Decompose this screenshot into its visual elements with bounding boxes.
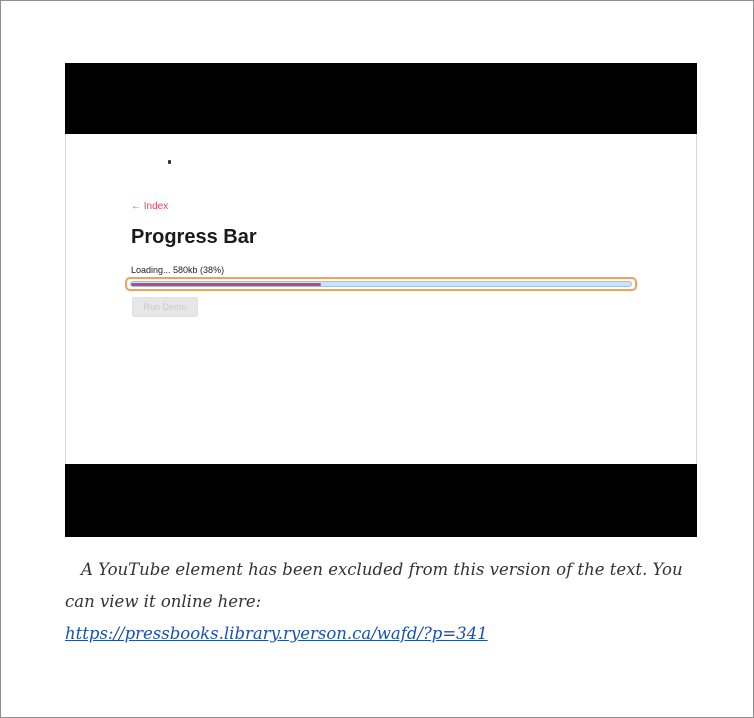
video-screen-content: ← Index Progress Bar Loading... 580kb (3… xyxy=(65,134,697,464)
video-thumbnail[interactable]: ← Index Progress Bar Loading... 580kb (3… xyxy=(65,63,697,537)
page-frame: ← Index Progress Bar Loading... 580kb (3… xyxy=(0,0,754,718)
progress-track xyxy=(130,281,632,287)
loading-status: Loading... 580kb (38%) xyxy=(131,265,225,275)
progress-fill xyxy=(131,283,321,286)
index-link: ← Index xyxy=(131,201,169,212)
caption-text: A YouTube element has been excluded from… xyxy=(65,560,683,611)
caption: A YouTube element has been excluded from… xyxy=(65,554,705,650)
mouse-cursor-icon xyxy=(168,160,171,164)
progress-bar xyxy=(125,277,637,291)
run-demo-button: Run Demo xyxy=(132,297,198,317)
video-link[interactable]: https://pressbooks.library.ryerson.ca/wa… xyxy=(65,624,488,643)
screen-title: Progress Bar xyxy=(131,226,257,248)
